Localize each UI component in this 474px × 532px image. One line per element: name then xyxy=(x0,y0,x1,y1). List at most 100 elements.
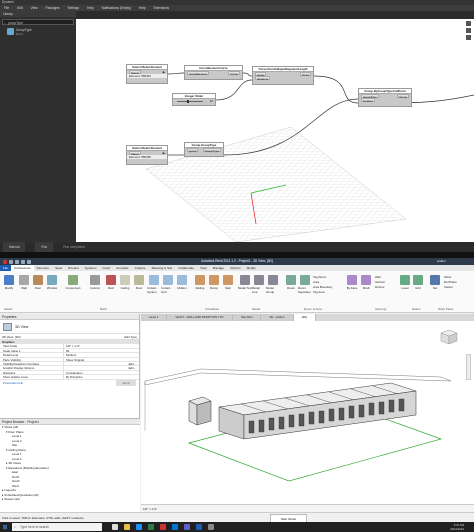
vault-group-row xyxy=(218,382,417,440)
opening-group: Wall Vertical Dormer xyxy=(375,275,385,290)
select-model-element-node-2[interactable]: Select Model Element Select ▶ Element: 58… xyxy=(126,145,168,165)
ceiling-button[interactable]: Ceiling xyxy=(118,275,132,290)
revit-logo-icon[interactable] xyxy=(3,259,7,264)
curtain-grid-button[interactable]: Curtain Grid xyxy=(161,275,175,294)
room-separator-button[interactable]: Room Separator xyxy=(298,275,312,294)
output-port[interactable]: Group xyxy=(396,94,409,99)
shaft-button[interactable]: Shaft xyxy=(359,275,373,290)
output-port[interactable]: GroupType xyxy=(202,148,221,153)
ramp-button[interactable]: Ramp xyxy=(207,275,221,290)
integer-slider-node[interactable]: Integer Slider 10 xyxy=(172,93,216,106)
component-button[interactable]: Component xyxy=(62,275,84,290)
excel-icon[interactable] xyxy=(148,524,154,530)
task-view-icon[interactable] xyxy=(112,524,118,530)
view-tab-vault[interactable]: VAULT - WALL AND PARTITION TYP. xyxy=(167,314,233,321)
output-port[interactable]: Curve xyxy=(228,71,240,76)
type-selector[interactable]: 3D View xyxy=(0,320,139,334)
tree-item[interactable]: ▸ Sheets (all) xyxy=(0,497,140,502)
floor-button[interactable]: Floor xyxy=(132,275,146,290)
viewcube[interactable] xyxy=(438,328,460,346)
windows-start-icon[interactable]: ⊞ xyxy=(0,522,10,532)
select-model-element-node-1[interactable]: Select Model Element Select ▶ Element: 58… xyxy=(126,64,168,84)
room-button[interactable]: Room xyxy=(284,275,298,290)
ceiling-icon xyxy=(120,275,130,285)
dormer-button[interactable]: Dormer xyxy=(375,285,385,290)
edit-type-button[interactable]: Edit Type xyxy=(125,334,137,339)
stair-button[interactable]: Stair xyxy=(221,275,235,290)
dynamo-app-icon[interactable] xyxy=(208,524,214,530)
run-button[interactable]: Run xyxy=(35,242,54,252)
input-port-divisions[interactable]: divisions xyxy=(255,76,271,81)
modify-button[interactable]: Modify xyxy=(2,275,16,290)
wire xyxy=(313,75,359,104)
view-tab-3d[interactable]: {3D} xyxy=(293,314,317,321)
viewer-button[interactable]: Viewer xyxy=(444,285,457,290)
open-icon[interactable] xyxy=(9,259,13,264)
by-face-button[interactable]: By Face xyxy=(345,275,359,290)
properties-help-link[interactable]: Properties help xyxy=(3,380,23,386)
door-button[interactable]: Door xyxy=(31,275,45,290)
panel-room-area[interactable]: Room & Area xyxy=(304,307,322,311)
view-tab-level-1[interactable]: Level 1 xyxy=(141,314,168,321)
input-port[interactable]: group xyxy=(187,148,199,153)
railing-button[interactable]: Railing xyxy=(193,275,207,290)
navigation-bar[interactable] xyxy=(466,354,471,380)
input-port-location[interactable]: location xyxy=(361,98,375,103)
view-instance-select[interactable]: 3D View: {3D} xyxy=(2,334,21,339)
library-result-item[interactable]: GroupType Bend xyxy=(2,28,74,41)
save-icon[interactable] xyxy=(15,259,19,264)
model-line-button[interactable]: Model Line xyxy=(252,275,266,294)
taskbar-clock[interactable]: 9:47 AM 10/11/2021 xyxy=(450,523,464,531)
taskbar-search-input[interactable]: ⌕ Type here to search xyxy=(12,523,102,531)
model-text-button[interactable]: Model Text xyxy=(238,275,252,290)
canvas-background xyxy=(145,72,474,242)
mullion-button[interactable]: Mullion xyxy=(175,275,189,290)
revit-app-icon[interactable] xyxy=(196,524,202,530)
chrome-icon[interactable] xyxy=(160,524,166,530)
wall-button[interactable]: Wall xyxy=(17,275,31,290)
revit-title-bar: Autodesk Revit 2021.1.2 - Project1 - 3D … xyxy=(0,258,474,265)
tag-area-button[interactable]: Tag Area xyxy=(313,290,332,295)
revit-status-bar: Click to select, TAB for alternates, CTR… xyxy=(0,512,474,524)
roof-button[interactable]: Roof xyxy=(104,275,118,290)
output-port[interactable]: Point xyxy=(300,72,311,77)
ribbon: Modify Wall Door Window Component Column… xyxy=(0,271,474,313)
level-button[interactable]: Level xyxy=(398,275,412,290)
edge-icon[interactable] xyxy=(136,524,142,530)
panel-select[interactable]: Select xyxy=(4,307,12,311)
view-tab-3d-user[interactable]: 3D - pcdtmr xyxy=(261,314,294,321)
room-icon xyxy=(286,275,296,285)
group-grouptype-node[interactable]: Group.GroupType group GroupType xyxy=(184,142,224,157)
undo-icon[interactable] xyxy=(21,259,25,264)
slider-thumb[interactable] xyxy=(187,99,189,103)
grid-button[interactable]: Grid xyxy=(411,275,425,290)
graph-canvas[interactable]: Select Model Element Select ▶ Element: 58… xyxy=(76,19,474,242)
zoom-out-icon[interactable] xyxy=(466,35,471,40)
drawing-area[interactable]: Level 1 VAULT - WALL AND PARTITION TYP. … xyxy=(141,314,474,512)
column-button[interactable]: Column xyxy=(88,275,102,290)
window-button[interactable]: Window xyxy=(45,275,59,290)
user-name[interactable]: pcdtmr xyxy=(437,259,446,263)
view-tab-site-plan[interactable]: Site Plan xyxy=(232,314,262,321)
model-group-button[interactable]: Model Group xyxy=(266,275,280,294)
curtain-system-button[interactable]: Curtain System xyxy=(147,275,161,294)
file-explorer-icon[interactable] xyxy=(124,524,130,530)
zoom-in-icon[interactable] xyxy=(466,28,471,33)
by-face-icon xyxy=(347,275,357,285)
apply-button[interactable]: Apply xyxy=(116,379,136,386)
outlook-icon[interactable] xyxy=(172,524,178,530)
zoom-fit-icon[interactable] xyxy=(466,21,471,26)
group-by-type-and-point-node[interactable]: Group.ByGroupTypeAndPoint groupType Group… xyxy=(358,88,412,107)
level-icon xyxy=(400,275,410,285)
model-group-icon xyxy=(268,275,278,285)
point-at-segment-length-node[interactable]: Curve.PointAtEqualSegmentLength curve Poi… xyxy=(252,66,314,85)
curtain-system-icon xyxy=(149,275,159,285)
redo-icon[interactable] xyxy=(27,259,31,264)
library-search-input[interactable]: ⌕ groupType xyxy=(2,19,74,25)
input-port[interactable]: curveElement xyxy=(187,71,209,76)
curve-element-curve-node[interactable]: CurveElement.Curve curveElement Curve xyxy=(184,65,243,80)
set-button[interactable]: Set xyxy=(428,275,442,290)
teams-icon[interactable] xyxy=(184,524,190,530)
view-scale[interactable]: 1/8" = 1'-0" xyxy=(143,507,157,511)
run-mode-select[interactable]: Manual xyxy=(3,242,26,252)
